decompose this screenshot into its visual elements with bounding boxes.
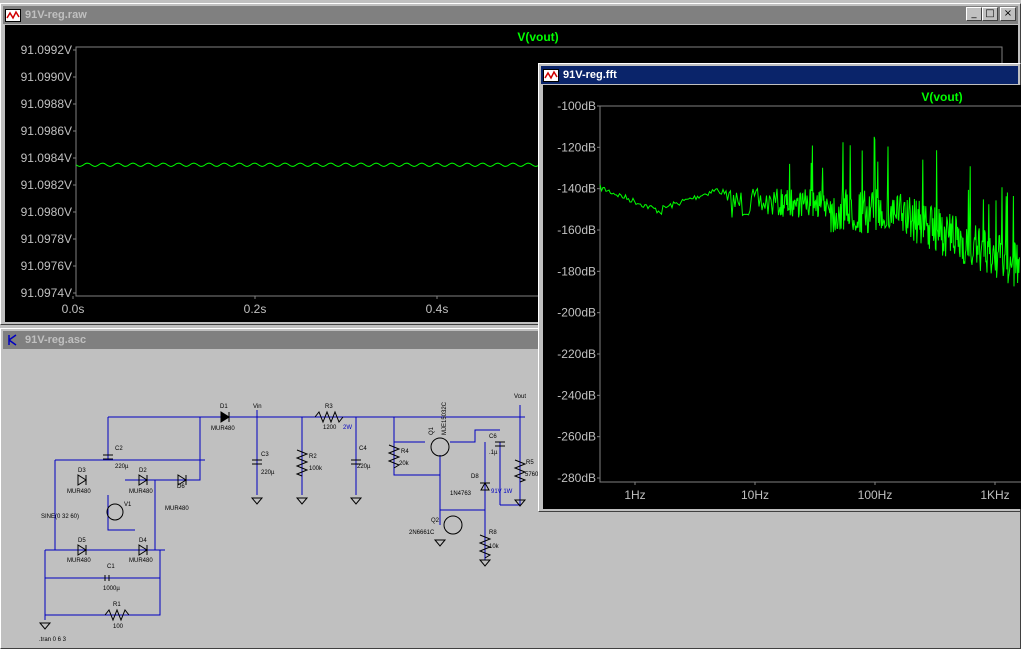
label-r8: R8 [489,530,497,536]
label-d2-value: MUR480 [129,489,153,495]
label-d3-value: MUR480 [67,489,91,495]
waveform-y-tick-label: 91.0986V [21,124,72,138]
waveform-y-tick-label: 91.0984V [21,151,72,165]
waveform-trace-label: V(vout) [517,30,558,44]
fft-y-tick-label: -180dB [557,264,596,278]
label-q1-value: MJE15032C [442,401,448,435]
waveform-x-tick-label: 0.0s [62,302,85,316]
fft-y-tick-label: -140dB [557,182,596,196]
close-button[interactable]: × [1000,7,1016,21]
schematic-components [38,410,527,630]
label-d1-value: MUR480 [211,426,235,432]
label-c4-value: 220µ [357,464,371,470]
label-d5: D5 [78,538,86,544]
waveform-y-tick-label: 91.0976V [21,259,72,273]
label-r5: R5 [526,460,534,466]
label-c1: C1 [107,564,115,570]
label-d8-note: 91V 1W [491,489,513,495]
label-r2-value: 100k [309,466,323,472]
label-c2-value: 220µ [115,464,129,470]
waveform-y-tick-label: 91.0990V [21,70,72,84]
label-vout: Vout [514,394,526,400]
schematic-title: 91V-reg.asc [25,334,87,346]
label-r8-value: 10k [489,544,500,550]
waveform-y-tick-label: 91.0980V [21,205,72,219]
fft-y-tick-label: -160dB [557,223,596,237]
label-d5-value: MUR480 [67,558,91,564]
label-c3: C3 [261,452,269,458]
fft-x-tick-label: 10Hz [741,488,769,502]
fft-y-tick-label: -200dB [557,306,596,320]
fft-title: 91V-reg.fft [563,69,617,81]
waveform-x-tick-label: 0.2s [244,302,267,316]
maximize-button[interactable]: □ [982,7,998,21]
label-d4-value: MUR480 [129,558,153,564]
label-d6-value: MUR480 [165,506,189,512]
fft-y-tick-label: -100dB [557,99,596,113]
fft-y-tick-label: -220dB [557,347,596,361]
fft-plot-frame [599,105,1021,483]
fft-y-tick-label: -240dB [557,388,596,402]
label-r3: R3 [325,404,333,410]
label-tran-directive: .tran 0 6 3 [39,637,67,643]
label-r1: R1 [113,602,121,608]
fft-trace-label: V(vout) [921,90,962,104]
label-d2: D2 [139,468,147,474]
label-r1-value: 100 [113,624,124,630]
waveform-y-tick-label: 91.0978V [21,232,72,246]
waveform-x-tick-label: 0.4s [426,302,449,316]
label-c4: C4 [359,446,367,452]
label-q2: Q2 [431,518,440,524]
label-v1: V1 [124,502,132,508]
fft-y-tick-label: -260dB [557,430,596,444]
label-c6-value: .1µ [489,450,498,456]
label-c1-value: 1000µ [103,586,120,592]
label-r3-value: 1200 [323,425,337,431]
fft-plot-area[interactable]: V(vout) -100dB -120dB -140dB -160dB -180dB -2… [543,85,1021,509]
label-c2: C2 [115,446,123,452]
label-r3-note: 2W [343,425,352,431]
fft-y-tick-label: -120dB [557,140,596,154]
label-r2: R2 [309,454,317,460]
waveform-app-icon [5,8,21,22]
label-d3: D3 [78,468,86,474]
schematic-app-icon [5,333,21,347]
label-d1: D1 [220,404,228,410]
waveform-y-tick-label: 91.0988V [21,97,72,111]
label-d8: D8 [471,474,479,480]
label-q1: Q1 [429,426,435,435]
fft-x-tick-label: 100Hz [858,488,893,502]
waveform-y-tick-label: 91.0982V [21,178,72,192]
fft-titlebar[interactable]: 91V-reg.fft [541,66,1018,84]
fft-x-tick-label: 1KHz [980,488,1009,502]
fft-app-icon [543,68,559,82]
fft-y-tick-label: -280dB [557,471,596,485]
waveform-titlebar[interactable]: 91V-reg.raw _ □ × [3,6,1018,24]
minimize-button[interactable]: _ [966,7,982,21]
label-d4: D4 [139,538,147,544]
label-d6: D6 [177,484,185,490]
label-r4: R4 [401,449,409,455]
label-q2-value: 2N6661C [409,530,435,536]
label-d8-value: 1N4763 [450,491,472,497]
label-v1-value: SINE(0 32 60) [41,514,79,520]
fft-x-tick-label: 1Hz [624,488,645,502]
waveform-y-tick-label: 91.0992V [21,43,72,57]
label-vin: Vin [253,404,262,410]
label-r5-value: 5760 [525,472,539,478]
fft-trace [599,136,1020,287]
waveform-y-tick-label: 91.0974V [21,286,72,300]
label-c6: C6 [489,434,497,440]
fft-window[interactable]: 91V-reg.fft V(vout) -100dB -120dB -140dB -1… [538,63,1021,512]
label-c3-value: 220µ [261,470,275,476]
label-r4-value: 20k [399,461,410,467]
waveform-title: 91V-reg.raw [25,9,87,21]
